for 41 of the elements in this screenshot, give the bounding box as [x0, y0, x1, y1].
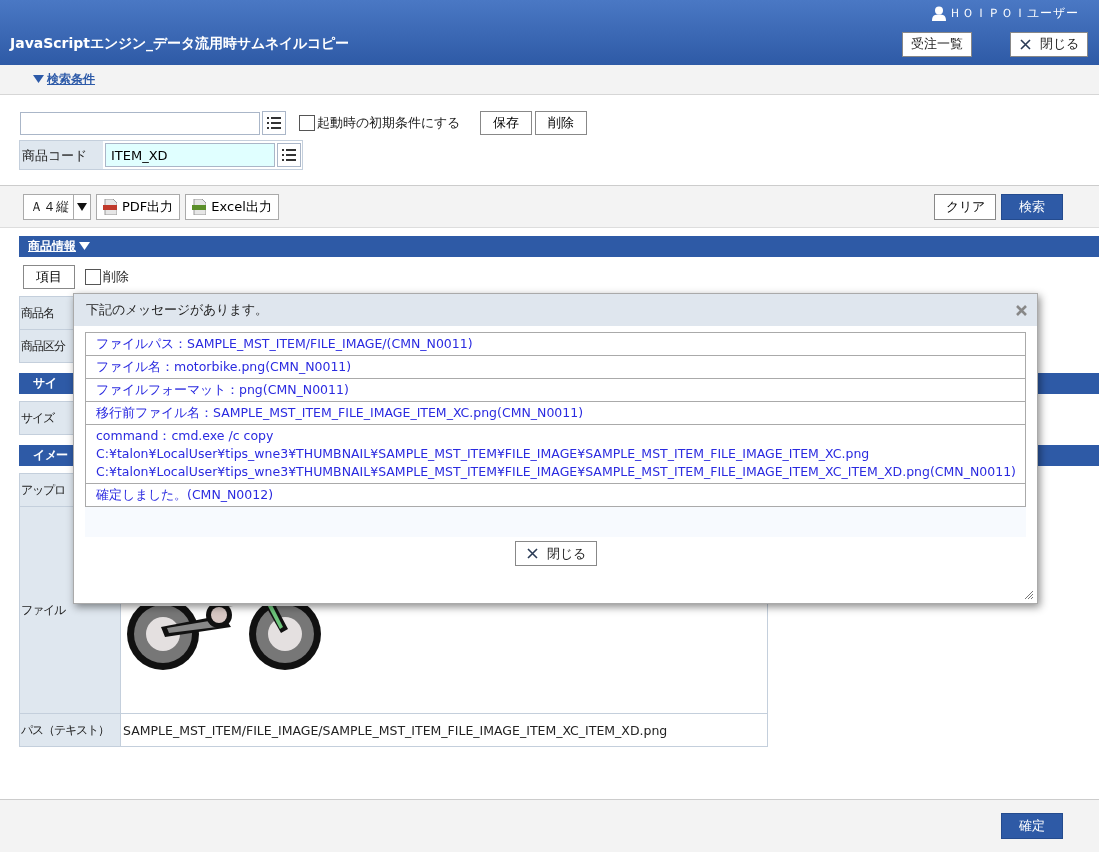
- section-title: イメー: [32, 447, 68, 464]
- user-name: ＨＯＩＰＯＩユーザー: [949, 4, 1079, 22]
- checkbox[interactable]: [299, 115, 315, 131]
- file-icon: [103, 198, 117, 215]
- caret-icon[interactable]: [33, 74, 44, 85]
- item-button[interactable]: 項目: [23, 265, 75, 289]
- file-icon: [192, 198, 207, 215]
- close-button[interactable]: 閉じる: [514, 541, 597, 566]
- condition-button[interactable]: 保存: [480, 111, 532, 135]
- condition-button[interactable]: 削除: [535, 111, 587, 135]
- row-value: SAMPLE_MST_ITEM/FILE_IMAGE/SAMPLE_MST_ITEM_FILE_IMAGE_ITEM_XC_ITEM_XD.png: [122, 721, 669, 740]
- caret-icon[interactable]: [79, 241, 90, 252]
- message-text: C:¥talon¥LocalUser¥tips_wne3¥THUMBNAIL¥SAMPLE_MST_ITEM¥FILE_IMAGE¥SAMPLE_MST_ITEM_FILE_IMAGE_ITEM_XC.png: [96, 445, 871, 463]
- resize-grip-icon[interactable]: [1024, 590, 1034, 600]
- close-icon: [525, 547, 539, 560]
- section-title: サイ: [32, 375, 56, 392]
- close-icon: [1019, 37, 1032, 51]
- close-icon[interactable]: [1016, 304, 1027, 316]
- checkbox-label: 起動時の初期条件にする: [317, 114, 460, 132]
- search-button[interactable]: 検索: [1001, 193, 1063, 220]
- clear-button[interactable]: クリア: [934, 193, 996, 220]
- message-text: ファイルフォーマット：png(CMN_N0011): [96, 381, 350, 399]
- section-title-link[interactable]: 商品情報: [19, 238, 90, 255]
- confirm-button[interactable]: 確定: [1001, 813, 1063, 839]
- checkbox[interactable]: [85, 269, 101, 285]
- pdf-export-button[interactable]: PDF出力: [96, 193, 181, 220]
- paper-select[interactable]: Ａ４縦: [23, 193, 91, 220]
- row-label: パス（テキスト）: [20, 714, 121, 746]
- code-field[interactable]: ITEM_XD: [105, 143, 275, 167]
- list-icon[interactable]: [262, 111, 286, 135]
- close-button[interactable]: 閉じる: [1010, 31, 1088, 57]
- dropdown-icon: [73, 194, 90, 219]
- order-list-button[interactable]: 受注一覧: [902, 31, 972, 57]
- excel-export-button[interactable]: Excel出力: [185, 193, 279, 220]
- page-title: JavaScriptエンジン_データ流用時サムネイルコピー: [10, 35, 350, 53]
- field-label: 商品コード: [20, 141, 103, 169]
- search-conditions-link[interactable]: 検索条件: [33, 71, 95, 88]
- list-icon[interactable]: [277, 143, 301, 167]
- checkbox-label: 削除: [103, 268, 129, 286]
- user-icon: [932, 5, 946, 21]
- preset-field[interactable]: [20, 111, 260, 135]
